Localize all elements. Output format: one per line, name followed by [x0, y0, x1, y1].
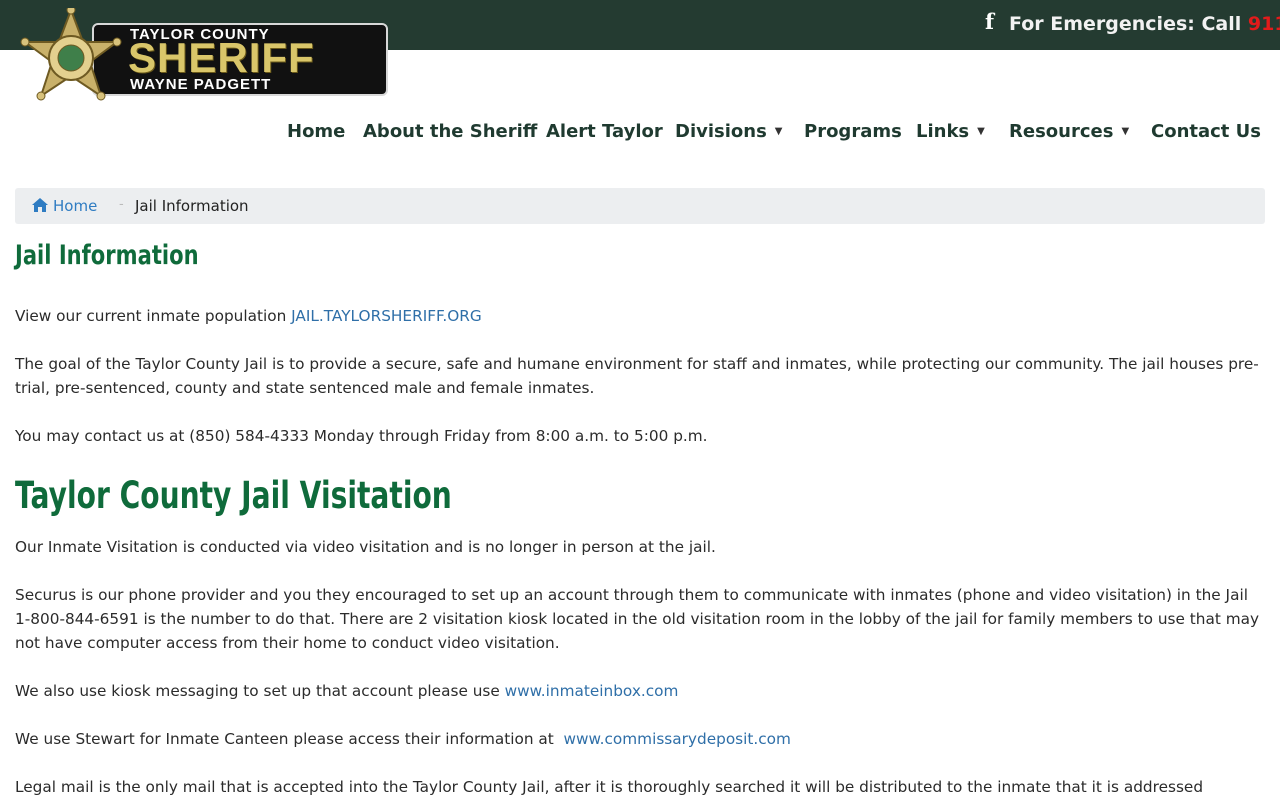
nav-programs[interactable]: Programs	[804, 121, 902, 142]
nav-resources[interactable]: Resources ▼	[1009, 121, 1129, 142]
site-logo[interactable]: TAYLOR COUNTY SHERIFF WAYNE PADGETT	[14, 8, 390, 112]
nav-divisions[interactable]: Divisions ▼	[675, 121, 783, 142]
page-title: Jail Information	[15, 240, 199, 271]
nav-about-the-sheriff[interactable]: About the Sheriff	[363, 121, 537, 142]
emergency-number[interactable]: 911	[1248, 13, 1280, 35]
jail-roster-link[interactable]: JAIL.TAYLORSHERIFF.ORG	[291, 307, 482, 325]
sheriff-star-badge-icon	[20, 8, 122, 101]
caret-down-icon: ▼	[1121, 126, 1130, 137]
paragraph-legal-mail: Legal mail is the only mail that is acce…	[15, 778, 1204, 796]
home-icon	[32, 198, 48, 212]
nav-links-label: Links	[916, 121, 970, 142]
paragraph-inmate-population: View our current inmate population JAIL.…	[15, 304, 1265, 328]
paragraph-jail-goal: The goal of the Taylor County Jail is to…	[15, 355, 1259, 397]
facebook-icon[interactable]: f	[985, 9, 994, 34]
nav-contact-us[interactable]: Contact Us	[1151, 121, 1261, 142]
nav-links[interactable]: Links ▼	[916, 121, 985, 142]
nav-divisions-label: Divisions	[675, 121, 767, 142]
section-title-visitation: Taylor County Jail Visitation	[15, 474, 452, 517]
nav-resources-label: Resources	[1009, 121, 1114, 142]
commissarydeposit-link[interactable]: www.commissarydeposit.com	[564, 730, 791, 748]
paragraph-contact-hours: You may contact us at (850) 584-4333 Mon…	[15, 427, 708, 445]
breadcrumb-home-label: Home	[53, 197, 98, 215]
breadcrumb: Home - Jail Information	[15, 188, 1265, 224]
paragraph-kiosk-messaging: We also use kiosk messaging to set up th…	[15, 679, 1265, 703]
breadcrumb-home-link[interactable]: Home	[31, 197, 97, 215]
nav-alert-taylor[interactable]: Alert Taylor	[546, 121, 663, 142]
main-nav: Home About the Sheriff Alert Taylor Divi…	[0, 121, 1280, 147]
paragraph-video-visitation: Our Inmate Visitation is conducted via v…	[15, 538, 716, 556]
caret-down-icon: ▼	[774, 126, 783, 137]
breadcrumb-current: Jail Information	[135, 197, 249, 215]
paragraph-kiosk-messaging-text: We also use kiosk messaging to set up th…	[15, 682, 505, 700]
emergency-notice: For Emergencies: Call 911	[1009, 13, 1280, 35]
paragraph-securus: Securus is our phone provider and you th…	[15, 586, 1260, 652]
breadcrumb-separator: -	[119, 197, 124, 212]
emergency-text: For Emergencies: Call	[1009, 13, 1248, 35]
paragraph-canteen-text: We use Stewart for Inmate Canteen please…	[15, 730, 564, 748]
logo-line-name: WAYNE PADGETT	[130, 76, 272, 93]
paragraph-canteen: We use Stewart for Inmate Canteen please…	[15, 727, 1265, 751]
inmateinbox-link[interactable]: www.inmateinbox.com	[505, 682, 679, 700]
nav-home[interactable]: Home	[287, 121, 345, 142]
logo-line-sheriff: SHERIFF	[128, 34, 315, 81]
caret-down-icon: ▼	[977, 126, 985, 137]
paragraph-inmate-population-text: View our current inmate population	[15, 307, 292, 325]
